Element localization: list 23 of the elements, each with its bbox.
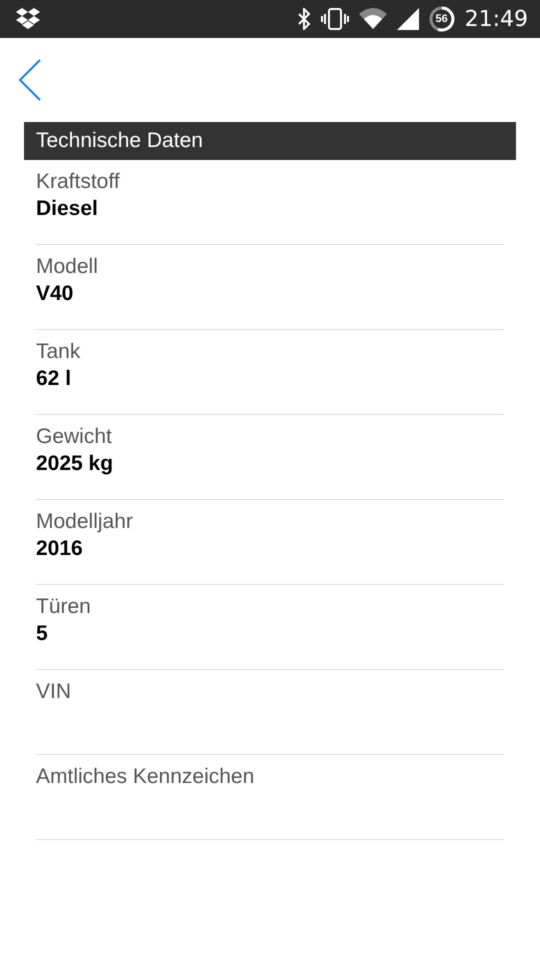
battery-indicator: 56 bbox=[428, 6, 455, 32]
field-label: Modelljahr bbox=[36, 509, 134, 535]
vibrate-icon bbox=[320, 8, 349, 30]
field-label: Tank bbox=[36, 339, 82, 365]
field-label: VIN bbox=[36, 679, 72, 705]
signal-icon bbox=[396, 8, 419, 30]
field-value: 2016 bbox=[36, 536, 84, 562]
field-label: Türen bbox=[36, 594, 92, 620]
field-label: Kraftstoff bbox=[36, 169, 121, 195]
bluetooth-icon bbox=[296, 8, 311, 30]
section-title: Technische Daten bbox=[36, 129, 203, 153]
wifi-icon bbox=[358, 8, 387, 30]
field-value: 2025 kg bbox=[36, 451, 114, 477]
field-value: 62 l bbox=[36, 366, 72, 392]
field-label: Modell bbox=[36, 254, 99, 280]
field-value: V40 bbox=[36, 281, 74, 307]
field-label: Gewicht bbox=[36, 424, 113, 450]
field-value: Diesel bbox=[36, 196, 99, 222]
back-icon[interactable] bbox=[18, 59, 42, 101]
clock-time: 21:49 bbox=[464, 6, 528, 32]
field-value: 5 bbox=[36, 621, 49, 647]
field-label: Amtliches Kennzeichen bbox=[36, 764, 256, 790]
dropbox-icon bbox=[16, 8, 40, 30]
